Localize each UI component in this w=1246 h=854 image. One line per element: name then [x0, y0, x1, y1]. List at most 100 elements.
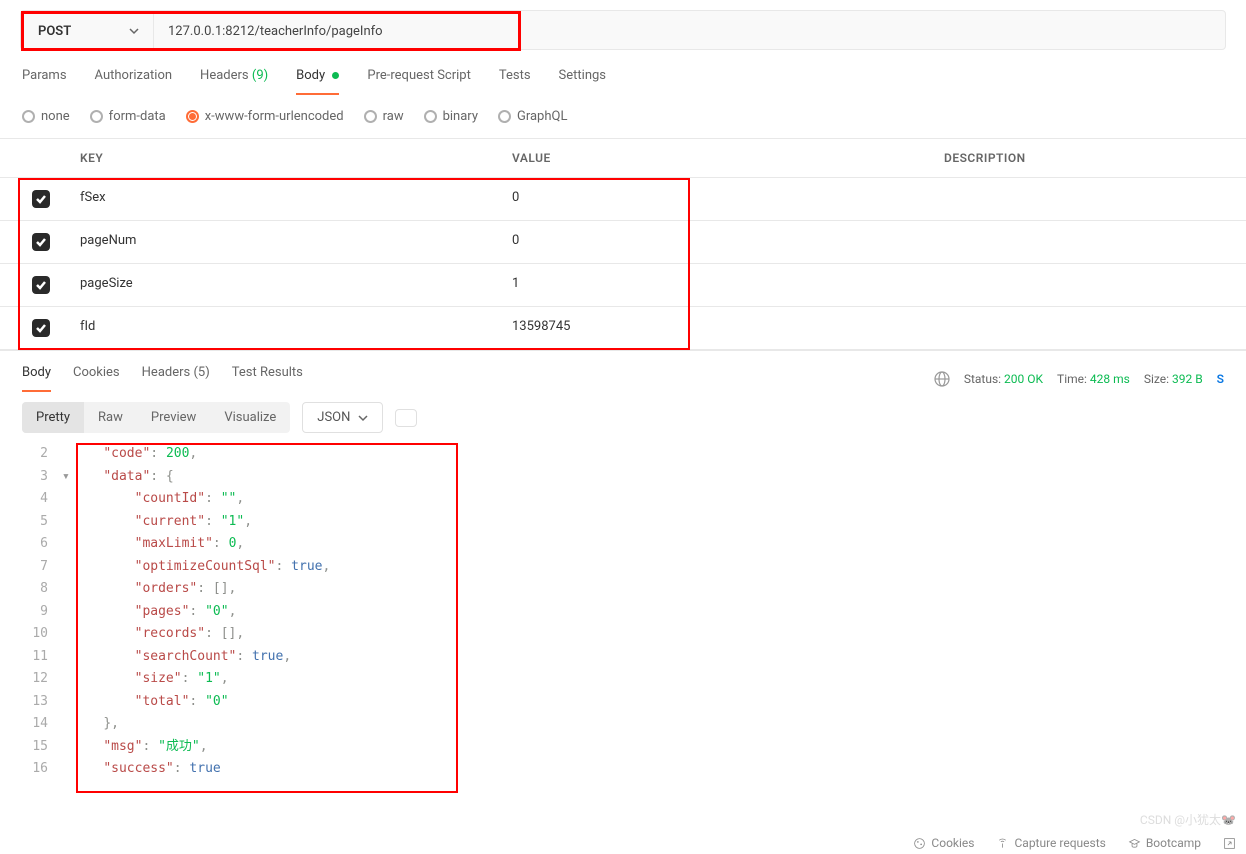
format-select[interactable]: JSON [302, 402, 383, 433]
body-type-none[interactable]: none [22, 109, 70, 124]
request-url-input[interactable]: 127.0.0.1:8212/teacherInfo/pageInfo [154, 14, 518, 48]
http-method-label: POST [38, 24, 71, 39]
body-type-formdata-label: form-data [109, 109, 166, 124]
kv-table: KEY VALUE DESCRIPTION fSex 0 pageNum 0 p… [0, 138, 1246, 350]
json-key: "records" [135, 626, 205, 641]
http-method-select[interactable]: POST [24, 14, 154, 48]
checkbox[interactable] [32, 233, 50, 251]
checkbox[interactable] [32, 190, 50, 208]
view-mode-row: Pretty Raw Preview Visualize JSON [0, 392, 1246, 443]
line-wrap-button[interactable] [395, 409, 417, 427]
antenna-icon [996, 837, 1009, 850]
resp-tab-headers[interactable]: Headers (5) [142, 365, 210, 392]
resp-tab-testresults[interactable]: Test Results [232, 365, 303, 392]
response-meta: Status: 200 OK Time: 428 ms Size: 392 B … [934, 371, 1224, 387]
chevron-down-icon [129, 26, 139, 36]
json-key: "maxLimit" [135, 536, 213, 551]
kv-value-cell[interactable]: 0 [492, 221, 924, 263]
table-row[interactable]: pageNum 0 [0, 221, 1246, 264]
tab-headers[interactable]: Headers (9) [200, 68, 268, 95]
cookie-icon [913, 837, 926, 850]
json-key: "orders" [135, 581, 198, 596]
footer-expand[interactable] [1223, 837, 1236, 850]
kv-key-cell[interactable]: pageSize [60, 264, 492, 306]
view-mode-visualize[interactable]: Visualize [210, 402, 290, 433]
body-type-urlencoded[interactable]: x-www-form-urlencoded [186, 109, 344, 124]
tab-tests[interactable]: Tests [499, 68, 531, 95]
resp-tab-cookies[interactable]: Cookies [73, 365, 120, 392]
body-type-binary[interactable]: binary [424, 109, 478, 124]
kv-key-cell[interactable]: fSex [60, 178, 492, 220]
footer-bar: Cookies Capture requests Bootcamp [913, 832, 1236, 854]
tab-headers-label: Headers [200, 68, 249, 83]
view-mode-pretty[interactable]: Pretty [22, 402, 84, 433]
status-label: Status: [964, 372, 1001, 386]
footer-capture-label: Capture requests [1014, 836, 1105, 850]
size-label: Size: [1144, 372, 1169, 386]
body-type-binary-label: binary [443, 109, 478, 124]
json-key: "optimizeCountSql" [135, 559, 276, 574]
format-label: JSON [317, 410, 350, 425]
kv-desc-cell[interactable] [924, 264, 1246, 306]
footer-bootcamp-label: Bootcamp [1146, 836, 1201, 850]
body-type-formdata[interactable]: form-data [90, 109, 166, 124]
view-mode-preview[interactable]: Preview [137, 402, 210, 433]
table-row[interactable]: fSex 0 [0, 178, 1246, 221]
tab-settings[interactable]: Settings [559, 68, 606, 95]
body-type-graphql[interactable]: GraphQL [498, 109, 567, 124]
kv-desc-cell[interactable] [924, 178, 1246, 220]
radio-icon [186, 110, 199, 123]
json-value: true [189, 761, 220, 776]
kv-desc-cell[interactable] [924, 221, 1246, 263]
response-code[interactable]: 2 "code": 200, 3▾ "data": { 4 "countId":… [22, 443, 1224, 781]
kv-header-row: KEY VALUE DESCRIPTION [0, 139, 1246, 178]
response-tabs-row: Body Cookies Headers (5) Test Results St… [0, 350, 1246, 392]
json-key: "size" [135, 671, 182, 686]
status-value: 200 OK [1004, 372, 1043, 386]
checkbox[interactable] [32, 319, 50, 337]
resp-tab-body[interactable]: Body [22, 365, 51, 392]
json-key: "total" [135, 694, 190, 709]
json-value: "0" [205, 604, 228, 619]
json-key: "pages" [135, 604, 190, 619]
time-value: 428 ms [1090, 372, 1130, 386]
kv-desc-cell[interactable] [924, 307, 1246, 349]
expand-icon [1223, 837, 1236, 850]
footer-bootcamp[interactable]: Bootcamp [1128, 836, 1201, 850]
kv-header-desc: DESCRIPTION [924, 139, 1246, 177]
kv-key-cell[interactable]: pageNum [60, 221, 492, 263]
footer-capture[interactable]: Capture requests [996, 836, 1105, 850]
time-label: Time: [1057, 372, 1087, 386]
json-value: true [291, 559, 322, 574]
grad-cap-icon [1128, 837, 1141, 850]
kv-key-cell[interactable]: fId [60, 307, 492, 349]
tab-prerequest[interactable]: Pre-request Script [367, 68, 470, 95]
save-response-button[interactable]: S [1217, 372, 1224, 386]
tab-body-active-dot [332, 72, 339, 79]
resp-tab-headers-count: (5) [193, 365, 209, 380]
view-mode-raw[interactable]: Raw [84, 402, 137, 433]
body-type-raw[interactable]: raw [364, 109, 404, 124]
json-value: "1" [197, 671, 220, 686]
radio-icon [90, 110, 103, 123]
kv-value-cell[interactable]: 13598745 [492, 307, 924, 349]
request-url-text: 127.0.0.1:8212/teacherInfo/pageInfo [168, 24, 383, 39]
radio-icon [364, 110, 377, 123]
kv-value-cell[interactable]: 0 [492, 178, 924, 220]
tab-params[interactable]: Params [22, 68, 67, 95]
footer-cookies[interactable]: Cookies [913, 836, 974, 850]
table-row[interactable]: pageSize 1 [0, 264, 1246, 307]
radio-icon [498, 110, 511, 123]
watermark: CSDN @小犹太🐭 [1140, 811, 1236, 828]
tab-headers-count: (9) [252, 68, 268, 83]
table-row[interactable]: fId 13598745 [0, 307, 1246, 350]
tab-body[interactable]: Body [296, 68, 339, 95]
json-value: "成功" [158, 739, 200, 754]
radio-icon [22, 110, 35, 123]
globe-icon[interactable] [934, 371, 950, 387]
kv-value-cell[interactable]: 1 [492, 264, 924, 306]
tab-authorization[interactable]: Authorization [95, 68, 173, 95]
json-value: "0" [205, 694, 228, 709]
checkbox[interactable] [32, 276, 50, 294]
json-value: "" [221, 491, 237, 506]
